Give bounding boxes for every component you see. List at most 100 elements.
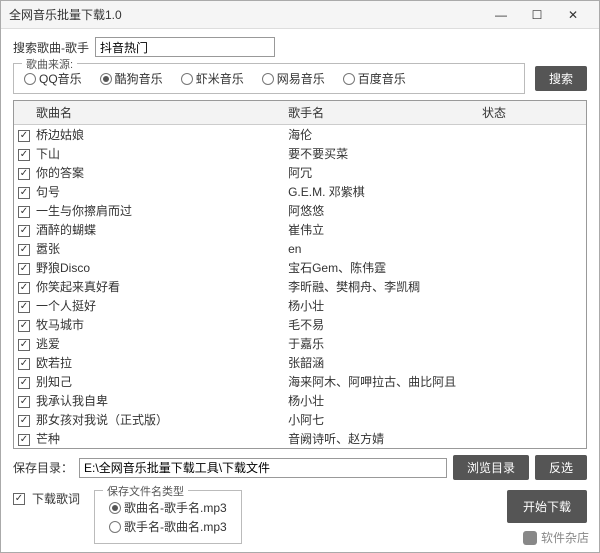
source-radio-0[interactable]: QQ音乐: [24, 70, 82, 87]
source-radio-3[interactable]: 网易音乐: [262, 70, 325, 87]
row-checkbox[interactable]: [18, 225, 30, 237]
row-song: 欧若拉: [36, 354, 288, 371]
table-row[interactable]: 一生与你擦肩而过阿悠悠: [14, 201, 586, 220]
table-row[interactable]: 芒种音阙诗听、赵方婧: [14, 429, 586, 448]
save-path-input[interactable]: [79, 458, 447, 478]
table-row[interactable]: 句号G.E.M. 邓紫棋: [14, 182, 586, 201]
row-artist: G.E.M. 邓紫棋: [288, 183, 482, 200]
row-artist: 杨小壮: [288, 297, 482, 314]
table-row[interactable]: 别知己海来阿木、阿呷拉古、曲比阿且: [14, 372, 586, 391]
table-row[interactable]: 你笑起来真好看李昕融、樊桐舟、李凯稠: [14, 277, 586, 296]
row-checkbox[interactable]: [18, 377, 30, 389]
row-song: 芒种: [36, 430, 288, 447]
footer-tag: 软件杂店: [523, 529, 589, 546]
table-row[interactable]: 逃爱于嘉乐: [14, 334, 586, 353]
radio-icon: [24, 73, 36, 85]
row-checkbox[interactable]: [18, 339, 30, 351]
table-row[interactable]: 我承认我自卑杨小壮: [14, 391, 586, 410]
row-artist: 于嘉乐: [288, 335, 482, 352]
row-song: 酒醉的蝴蝶: [36, 221, 288, 238]
row-artist: en: [288, 242, 482, 256]
search-button[interactable]: 搜索: [535, 66, 587, 91]
row-song: 野狼Disco: [36, 259, 288, 276]
source-fieldset: 歌曲来源: QQ音乐酷狗音乐虾米音乐网易音乐百度音乐: [13, 63, 525, 94]
col-artist: 歌手名: [288, 104, 482, 121]
row-artist: 音阙诗听、赵方婧: [288, 430, 482, 447]
row-checkbox[interactable]: [18, 149, 30, 161]
titlebar: 全网音乐批量下载1.0 — ☐ ✕: [1, 1, 599, 29]
row-artist: 阿冗: [288, 164, 482, 181]
save-label: 保存目录：: [13, 459, 73, 476]
row-song: 下山: [36, 145, 288, 162]
row-song: 逃爱: [36, 335, 288, 352]
row-artist: 要不要买菜: [288, 145, 482, 162]
source-radio-1[interactable]: 酷狗音乐: [100, 70, 163, 87]
checkbox-icon: [13, 493, 25, 505]
browse-button[interactable]: 浏览目录: [453, 455, 529, 480]
row-checkbox[interactable]: [18, 320, 30, 332]
wechat-icon: [523, 531, 537, 545]
source-radio-2[interactable]: 虾米音乐: [181, 70, 244, 87]
table-row[interactable]: 欧若拉张韶涵: [14, 353, 586, 372]
row-song: 别知己: [36, 373, 288, 390]
row-checkbox[interactable]: [18, 206, 30, 218]
row-checkbox[interactable]: [18, 244, 30, 256]
row-artist: 崔伟立: [288, 221, 482, 238]
row-song: 桥边姑娘: [36, 126, 288, 143]
fileformat-opt1[interactable]: 歌曲名-歌手名.mp3: [109, 499, 227, 516]
row-checkbox[interactable]: [18, 415, 30, 427]
col-song: 歌曲名: [36, 104, 288, 121]
row-checkbox[interactable]: [18, 301, 30, 313]
table-row[interactable]: 野狼Disco宝石Gem、陈伟霆: [14, 258, 586, 277]
row-checkbox[interactable]: [18, 130, 30, 142]
radio-icon: [109, 502, 121, 514]
start-button[interactable]: 开始下载: [507, 490, 587, 523]
row-artist: 海伦: [288, 126, 482, 143]
table-row[interactable]: 牧马城市毛不易: [14, 315, 586, 334]
row-artist: 小阿七: [288, 411, 482, 428]
lyrics-checkbox[interactable]: 下载歌词: [13, 490, 80, 507]
fileformat-fieldset: 保存文件名类型 歌曲名-歌手名.mp3 歌手名-歌曲名.mp3: [94, 490, 242, 544]
table-row[interactable]: 酒醉的蝴蝶崔伟立: [14, 220, 586, 239]
row-artist: 李昕融、樊桐舟、李凯稠: [288, 278, 482, 295]
col-status: 状态: [482, 104, 582, 121]
radio-icon: [262, 73, 274, 85]
source-legend: 歌曲来源:: [22, 56, 77, 72]
radio-icon: [181, 73, 193, 85]
row-artist: 阿悠悠: [288, 202, 482, 219]
source-radio-4[interactable]: 百度音乐: [343, 70, 406, 87]
table-row[interactable]: 嚣张en: [14, 239, 586, 258]
table-row[interactable]: 那女孩对我说（正式版）小阿七: [14, 410, 586, 429]
minimize-button[interactable]: —: [483, 4, 519, 26]
table-row[interactable]: 下山要不要买菜: [14, 144, 586, 163]
search-input[interactable]: [95, 37, 275, 57]
list-header: 歌曲名 歌手名 状态: [14, 101, 586, 125]
fileformat-legend: 保存文件名类型: [103, 483, 188, 499]
table-row[interactable]: 你的答案阿冗: [14, 163, 586, 182]
row-song: 一生与你擦肩而过: [36, 202, 288, 219]
table-row[interactable]: 桥边姑娘海伦: [14, 125, 586, 144]
fileformat-opt2[interactable]: 歌手名-歌曲名.mp3: [109, 518, 227, 535]
row-song: 句号: [36, 183, 288, 200]
invert-button[interactable]: 反选: [535, 455, 587, 480]
row-song: 嚣张: [36, 240, 288, 257]
lyrics-label: 下载歌词: [32, 490, 80, 507]
close-button[interactable]: ✕: [555, 4, 591, 26]
row-artist: 张韶涵: [288, 354, 482, 371]
row-checkbox[interactable]: [18, 263, 30, 275]
radio-icon: [100, 73, 112, 85]
row-artist: 宝石Gem、陈伟霆: [288, 259, 482, 276]
row-song: 你笑起来真好看: [36, 278, 288, 295]
row-artist: 杨小壮: [288, 392, 482, 409]
row-checkbox[interactable]: [18, 396, 30, 408]
row-checkbox[interactable]: [18, 358, 30, 370]
maximize-button[interactable]: ☐: [519, 4, 555, 26]
row-song: 一个人挺好: [36, 297, 288, 314]
row-checkbox[interactable]: [18, 434, 30, 446]
row-checkbox[interactable]: [18, 187, 30, 199]
row-checkbox[interactable]: [18, 282, 30, 294]
results-list: 歌曲名 歌手名 状态 桥边姑娘海伦下山要不要买菜你的答案阿冗句号G.E.M. 邓…: [13, 100, 587, 449]
row-checkbox[interactable]: [18, 168, 30, 180]
radio-icon: [109, 521, 121, 533]
table-row[interactable]: 一个人挺好杨小壮: [14, 296, 586, 315]
